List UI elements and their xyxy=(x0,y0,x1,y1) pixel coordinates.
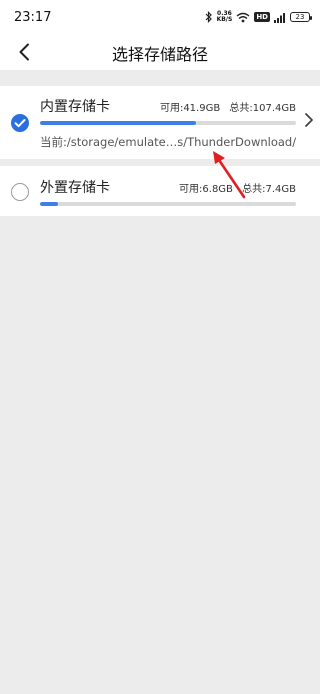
title-bar: 选择存储路径 xyxy=(0,34,320,70)
storage-sizes-internal: 可用:41.9GB 总共:107.4GB xyxy=(154,99,296,114)
status-icons: 0.36 KB/S HD 23 xyxy=(205,8,312,26)
storage-path-internal: 当前:/storage/emulate…s/ThunderDownload/ xyxy=(40,135,297,149)
battery-icon: 23 xyxy=(290,12,312,22)
storage-available-external: 可用:6.8GB xyxy=(179,184,233,195)
battery-level: 23 xyxy=(295,13,305,21)
status-bar: 23:17 0.36 KB/S HD 23 xyxy=(0,0,320,34)
storage-option-external[interactable]: 外置存储卡 可用:6.8GB 总共:7.4GB xyxy=(0,166,320,216)
network-speed: 0.36 KB/S xyxy=(217,11,233,23)
storage-usage-fill-internal xyxy=(40,121,197,125)
storage-total-internal: 总共:107.4GB xyxy=(229,103,296,114)
signal-icon xyxy=(274,12,285,23)
storage-usage-fill-external xyxy=(40,202,58,206)
storage-usage-bar-external xyxy=(40,202,296,206)
storage-option-internal[interactable]: 内置存储卡 可用:41.9GB 总共:107.4GB 当前:/storage/e… xyxy=(0,86,320,159)
checkmark-icon xyxy=(14,119,26,128)
bluetooth-icon xyxy=(205,11,212,23)
hd-badge: HD xyxy=(254,12,270,22)
chevron-right-icon[interactable] xyxy=(304,112,314,128)
battery-tip xyxy=(310,15,312,20)
radio-selected-internal[interactable] xyxy=(11,114,29,132)
radio-unselected-external[interactable] xyxy=(11,183,29,201)
storage-available-internal: 可用:41.9GB xyxy=(159,103,221,114)
page-title: 选择存储路径 xyxy=(111,45,208,64)
storage-usage-bar-internal xyxy=(40,121,296,125)
storage-sizes-external: 可用:6.8GB 总共:7.4GB xyxy=(173,180,296,195)
wifi-icon xyxy=(236,12,250,22)
storage-name-external: 外置存储卡 xyxy=(40,180,110,196)
storage-name-internal: 内置存储卡 xyxy=(40,99,110,115)
status-time: 23:17 xyxy=(14,10,52,25)
storage-total-external: 总共:7.4GB xyxy=(242,184,296,195)
network-speed-unit: KB/S xyxy=(216,16,233,23)
